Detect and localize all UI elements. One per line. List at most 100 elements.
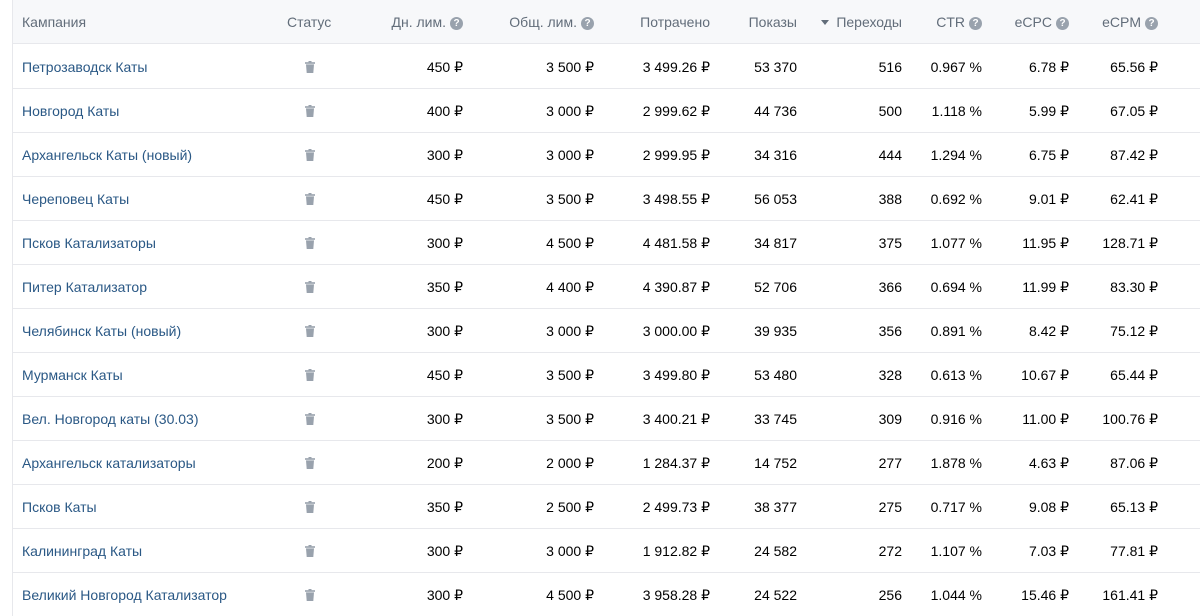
table-row: Мурманск Каты 450 ₽ 3 500 ₽ 3 499.80 ₽ 53 48… xyxy=(13,353,1200,397)
campaign-link[interactable]: Челябинск Каты (новый) xyxy=(22,309,272,353)
cell-impressions: 39 935 xyxy=(754,323,797,339)
campaign-link[interactable]: Калининград Каты xyxy=(22,529,272,573)
header-ecpc[interactable]: eCPC? xyxy=(988,0,1069,44)
trash-icon[interactable] xyxy=(305,413,315,425)
campaign-link[interactable]: Мурманск Каты xyxy=(22,353,272,397)
cell-daily-limit: 200 ₽ xyxy=(426,455,463,471)
campaigns-table: Кампания Статус Дн. лим.? Общ. лим.? Пот… xyxy=(12,0,1200,616)
cell-total-limit: 4 500 ₽ xyxy=(546,587,594,603)
header-spent[interactable]: Потрачено xyxy=(603,0,710,44)
header-daily-limit[interactable]: Дн. лим.? xyxy=(353,0,463,44)
question-circle-icon[interactable]: ? xyxy=(969,17,982,30)
question-circle-icon[interactable]: ? xyxy=(581,17,594,30)
table-header-row: Кампания Статус Дн. лим.? Общ. лим.? Пот… xyxy=(13,0,1200,44)
campaign-link[interactable]: Вел. Новгород каты (30.03) xyxy=(22,397,272,441)
cell-spent: 1 284.37 ₽ xyxy=(642,455,710,471)
table-row: Вел. Новгород каты (30.03) 300 ₽ 3 500 ₽ 3 … xyxy=(13,397,1200,441)
trash-icon[interactable] xyxy=(305,545,315,557)
campaign-link[interactable]: Архангельск катализаторы xyxy=(22,441,272,485)
sort-descending-icon[interactable] xyxy=(821,20,830,25)
question-circle-icon[interactable]: ? xyxy=(450,17,463,30)
cell-spent: 4 390.87 ₽ xyxy=(642,279,710,295)
cell-total-limit: 3 000 ₽ xyxy=(546,103,594,119)
cell-total-limit: 4 500 ₽ xyxy=(546,235,594,251)
cell-total-limit: 2 000 ₽ xyxy=(546,455,594,471)
header-ctr[interactable]: CTR? xyxy=(903,0,982,44)
trash-icon[interactable] xyxy=(305,193,315,205)
header-ecpc-label: eCPC xyxy=(1014,14,1052,30)
cell-ecpc: 9.08 ₽ xyxy=(1028,499,1069,515)
status-cell xyxy=(305,89,317,133)
campaign-link[interactable]: Псков Каты xyxy=(22,485,272,529)
cell-spent: 1 912.82 ₽ xyxy=(642,543,710,559)
cell-impressions: 38 377 xyxy=(754,499,797,515)
trash-icon[interactable] xyxy=(305,281,315,293)
campaign-link[interactable]: Архангельск Каты (новый) xyxy=(22,133,272,177)
cell-total-limit: 3 500 ₽ xyxy=(546,191,594,207)
cell-impressions: 24 582 xyxy=(754,543,797,559)
cell-clicks: 388 xyxy=(878,191,902,207)
trash-icon[interactable] xyxy=(305,457,315,469)
cell-impressions: 14 752 xyxy=(754,455,797,471)
campaign-link[interactable]: Псков Катализаторы xyxy=(22,221,272,265)
trash-icon[interactable] xyxy=(305,61,315,73)
table-row: Питер Катализатор 350 ₽ 4 400 ₽ 4 390.87 ₽ 5… xyxy=(13,265,1200,309)
table-row: Архангельск Каты (новый) 300 ₽ 3 000 ₽ 2 99… xyxy=(13,133,1200,177)
cell-total-limit: 4 400 ₽ xyxy=(546,279,594,295)
question-circle-icon[interactable]: ? xyxy=(1145,17,1158,30)
trash-icon[interactable] xyxy=(305,369,315,381)
header-clicks[interactable]: Переходы xyxy=(803,0,902,44)
campaign-link[interactable]: Великий Новгород Катализатор xyxy=(22,573,272,616)
header-status-label: Статус xyxy=(287,14,332,30)
cell-ctr: 1.107 % xyxy=(930,543,982,559)
status-cell xyxy=(305,573,317,616)
cell-clicks: 256 xyxy=(878,587,902,603)
cell-ctr: 1.878 % xyxy=(930,455,982,471)
status-cell xyxy=(305,309,317,353)
campaign-link[interactable]: Череповец Каты xyxy=(22,177,272,221)
campaign-link[interactable]: Петрозаводск Каты xyxy=(22,45,272,89)
trash-icon[interactable] xyxy=(305,237,315,249)
trash-icon[interactable] xyxy=(305,589,315,601)
cell-impressions: 24 522 xyxy=(754,587,797,603)
cell-ecpm: 87.42 ₽ xyxy=(1110,147,1158,163)
cell-ecpm: 75.12 ₽ xyxy=(1110,323,1158,339)
table-row: Великий Новгород Катализатор 300 ₽ 4 500 ₽… xyxy=(13,573,1200,616)
cell-clicks: 272 xyxy=(878,543,902,559)
campaign-link[interactable]: Питер Катализатор xyxy=(22,265,272,309)
cell-clicks: 328 xyxy=(878,367,902,383)
cell-ecpm: 67.05 ₽ xyxy=(1110,103,1158,119)
trash-icon[interactable] xyxy=(305,149,315,161)
cell-daily-limit: 450 ₽ xyxy=(426,367,463,383)
header-campaign[interactable]: Кампания xyxy=(22,0,272,44)
table-row: Череповец Каты 450 ₽ 3 500 ₽ 3 498.55 ₽ 56 0… xyxy=(13,177,1200,221)
question-circle-icon[interactable]: ? xyxy=(1056,17,1069,30)
cell-ecpm: 65.56 ₽ xyxy=(1110,59,1158,75)
cell-clicks: 500 xyxy=(878,103,902,119)
header-total-limit[interactable]: Общ. лим.? xyxy=(473,0,594,44)
trash-icon[interactable] xyxy=(305,501,315,513)
cell-ctr: 1.077 % xyxy=(930,235,982,251)
cell-total-limit: 3 500 ₽ xyxy=(546,411,594,427)
trash-icon[interactable] xyxy=(305,105,315,117)
campaign-link[interactable]: Новгород Каты xyxy=(22,89,272,133)
status-cell xyxy=(305,133,317,177)
cell-spent: 2 999.95 ₽ xyxy=(642,147,710,163)
cell-ecpc: 11.95 ₽ xyxy=(1022,235,1069,251)
header-impressions[interactable]: Показы xyxy=(713,0,797,44)
status-cell xyxy=(305,265,317,309)
cell-ecpc: 6.78 ₽ xyxy=(1028,59,1069,75)
table-row: Петрозаводск Каты 450 ₽ 3 500 ₽ 3 499.26 ₽ 5… xyxy=(13,45,1200,89)
cell-clicks: 375 xyxy=(878,235,902,251)
table-row: Псков Катализаторы 300 ₽ 4 500 ₽ 4 481.58 ₽… xyxy=(13,221,1200,265)
header-daily-limit-label: Дн. лим. xyxy=(391,14,447,30)
status-cell xyxy=(305,177,317,221)
cell-ctr: 1.044 % xyxy=(930,587,982,603)
cell-impressions: 34 316 xyxy=(754,147,797,163)
cell-daily-limit: 300 ₽ xyxy=(426,411,463,427)
header-ctr-label: CTR xyxy=(936,14,965,30)
cell-daily-limit: 450 ₽ xyxy=(426,59,463,75)
cell-spent: 2 999.62 ₽ xyxy=(642,103,710,119)
trash-icon[interactable] xyxy=(305,325,315,337)
header-ecpm[interactable]: eCPM? xyxy=(1073,0,1158,44)
